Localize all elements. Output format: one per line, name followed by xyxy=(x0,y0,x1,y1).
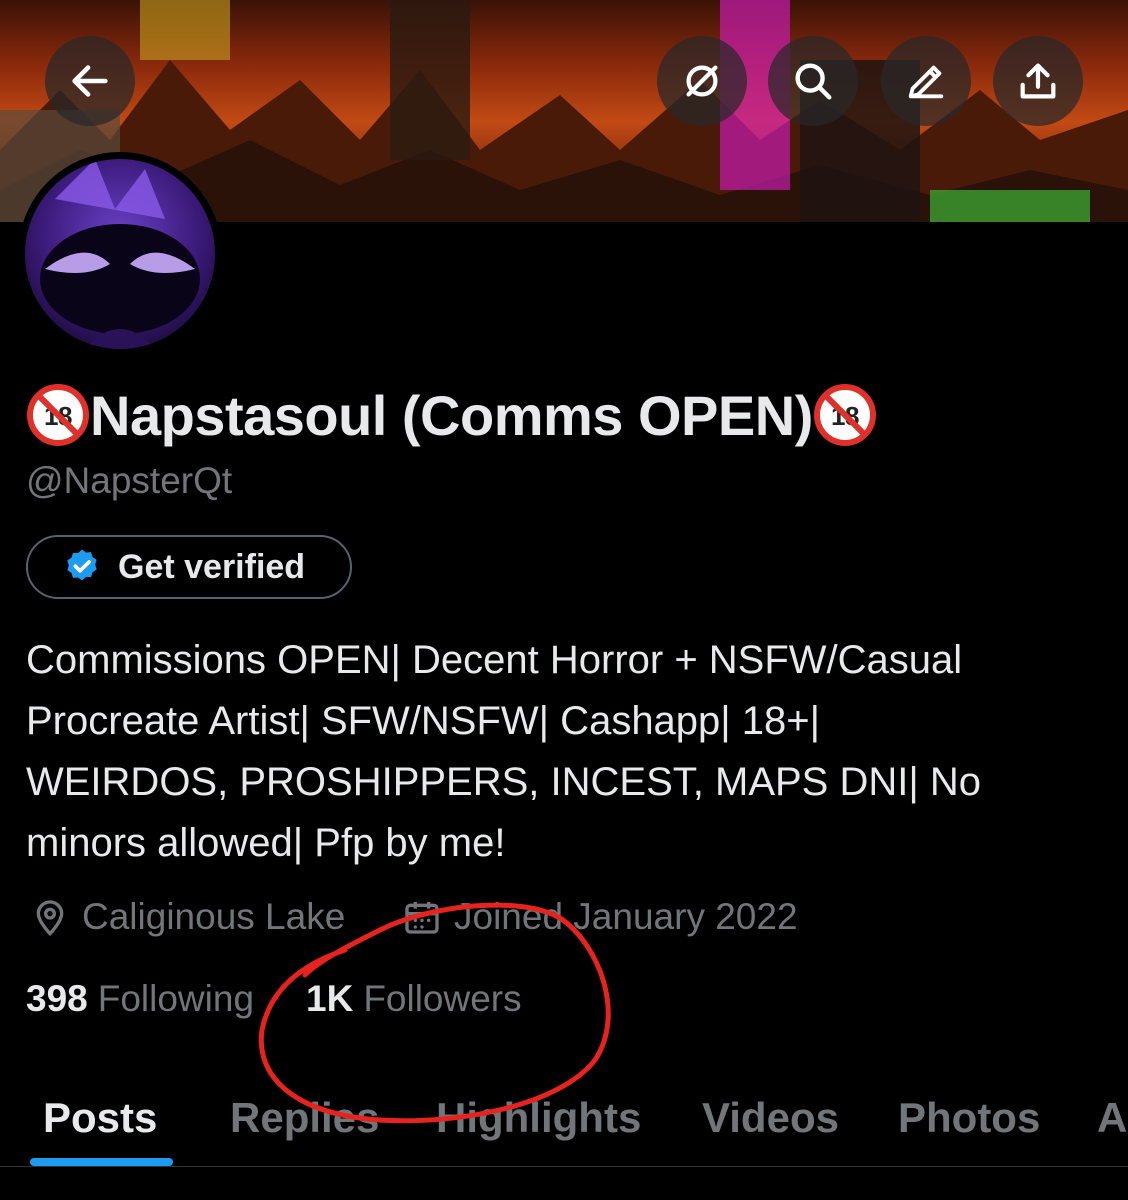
get-verified-button[interactable]: Get verified xyxy=(26,535,352,599)
followers-label: Followers xyxy=(363,978,522,1019)
profile-location: Caliginous Lake xyxy=(30,890,345,944)
profile-joined-date: Joined January 2022 xyxy=(402,890,798,944)
bio-line: Procreate Artist| SFW/NSFW| Cashapp| 18+… xyxy=(26,699,821,743)
share-icon xyxy=(1020,63,1056,99)
display-name-text: Napstasoul (Comms OPEN) xyxy=(90,383,813,447)
display-name: 18 Napstasoul (Comms OPEN) 18 xyxy=(26,380,877,450)
get-verified-label: Get verified xyxy=(118,547,306,586)
following-count: 398 xyxy=(26,978,88,1019)
avatar-image xyxy=(25,159,215,349)
user-handle: @NapsterQt xyxy=(26,460,233,501)
joined-text: Joined January 2022 xyxy=(454,896,798,937)
grok-icon xyxy=(686,65,718,97)
bio-line: minors allowed| Pfp by me! xyxy=(26,821,506,865)
calendar-icon xyxy=(405,902,439,934)
tab-posts[interactable]: Posts xyxy=(43,1070,157,1166)
tabs-divider xyxy=(0,1166,1128,1167)
share-button[interactable] xyxy=(993,36,1083,126)
bio-line: Commissions OPEN| Decent Horror + NSFW/C… xyxy=(26,638,963,682)
profile-tabs: Posts Replies Highlights Videos Photos A xyxy=(0,1070,1128,1166)
bio-line: WEIRDOS, PROSHIPPERS, INCEST, MAPS DNI| … xyxy=(26,760,981,804)
grok-button[interactable] xyxy=(657,36,747,126)
arrow-left-icon xyxy=(72,65,108,97)
tab-highlights[interactable]: Highlights xyxy=(436,1070,641,1166)
followers-count: 1K xyxy=(306,978,354,1019)
profile-bio: Commissions OPEN| Decent Horror + NSFW/C… xyxy=(26,630,1106,874)
location-pin-icon xyxy=(36,900,64,937)
search-button[interactable] xyxy=(768,36,858,126)
active-tab-indicator xyxy=(30,1158,173,1166)
followers-link[interactable]: 1K Followers xyxy=(306,972,522,1026)
tab-articles[interactable]: A xyxy=(1097,1070,1127,1166)
tab-videos[interactable]: Videos xyxy=(702,1070,839,1166)
location-text: Caliginous Lake xyxy=(82,896,346,937)
back-button[interactable] xyxy=(45,36,135,126)
edit-button[interactable] xyxy=(881,36,971,126)
following-label: Following xyxy=(97,978,255,1019)
following-link[interactable]: 398 Following xyxy=(26,972,254,1026)
search-icon xyxy=(795,63,832,100)
tab-photos[interactable]: Photos xyxy=(898,1070,1040,1166)
avatar[interactable] xyxy=(18,152,222,356)
no-under-18-icon: 18 xyxy=(26,383,90,447)
no-under-18-icon: 18 xyxy=(813,383,877,447)
tab-replies[interactable]: Replies xyxy=(230,1070,379,1166)
edit-icon xyxy=(908,65,944,99)
verified-badge-icon xyxy=(62,547,102,587)
